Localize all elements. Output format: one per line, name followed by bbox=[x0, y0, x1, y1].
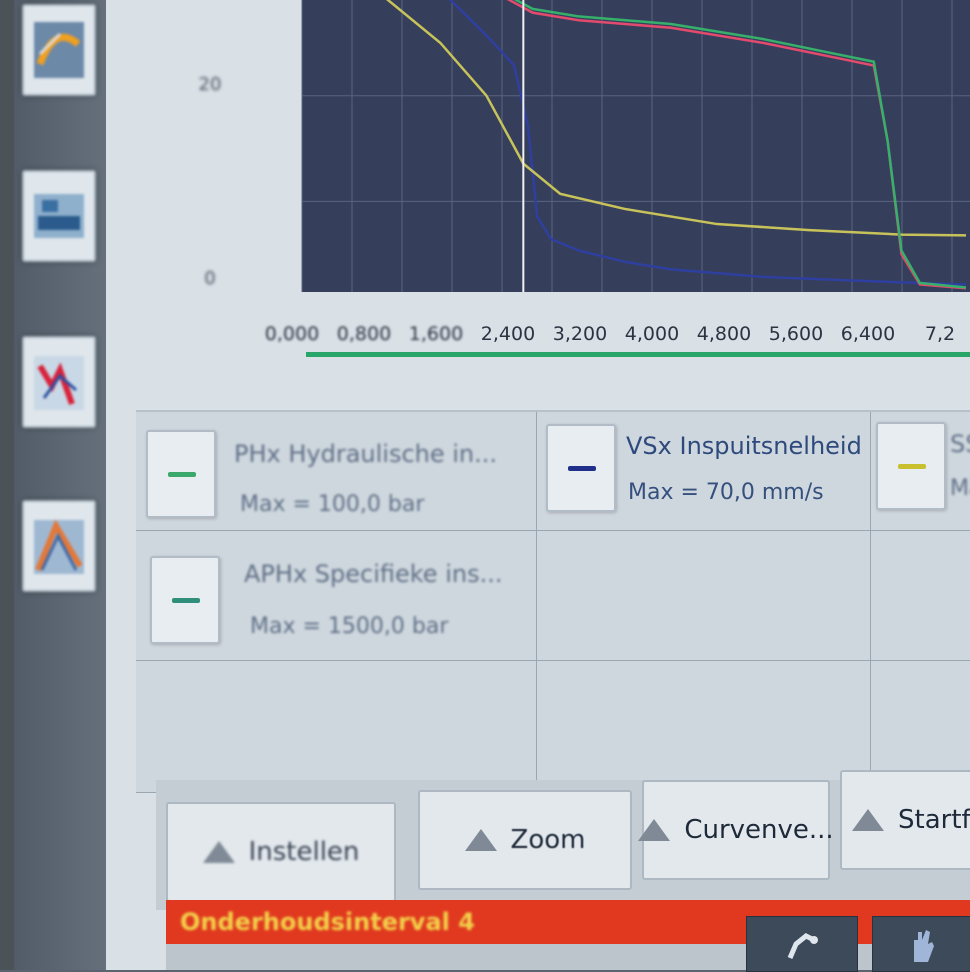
x-tick-label: 2,400 bbox=[481, 323, 535, 345]
up-triangle-icon bbox=[638, 819, 671, 841]
hand-icon bbox=[914, 930, 934, 962]
manual-hand-button[interactable] bbox=[872, 916, 970, 972]
signal-icon[interactable] bbox=[22, 336, 96, 428]
y-tick-label: 0 bbox=[204, 268, 215, 289]
legend-empty-cell bbox=[536, 530, 871, 661]
up-triangle-icon bbox=[464, 829, 497, 851]
function-button-bar: Instellen Zoom Curvenve... Startfun bbox=[156, 770, 970, 910]
legend-name: PHx Hydraulische in... bbox=[234, 440, 498, 468]
machine-icon[interactable] bbox=[22, 170, 96, 262]
up-triangle-icon bbox=[202, 841, 235, 863]
legend-color-button-aphx[interactable] bbox=[150, 556, 220, 644]
zoom-button[interactable]: Zoom bbox=[418, 790, 632, 890]
legend-swatch bbox=[172, 598, 200, 603]
x-tick-label: 4,000 bbox=[625, 323, 679, 345]
curve-icon[interactable] bbox=[22, 500, 96, 592]
status-text: Onderhoudsinterval 4 bbox=[180, 908, 475, 936]
startfu-label: Startfun bbox=[898, 805, 970, 835]
curvenve-label: Curvenve... bbox=[684, 815, 834, 845]
legend-color-button-phx[interactable] bbox=[146, 430, 216, 518]
x-tick-label: 6,400 bbox=[841, 323, 895, 345]
x-tick-label: 1,600 bbox=[409, 323, 463, 345]
legend-item-vsx[interactable]: VSx Inspuitsnelheid Max = 70,0 mm/s bbox=[536, 412, 871, 531]
instellen-button[interactable]: Instellen bbox=[166, 802, 396, 902]
startfu-button[interactable]: Startfun bbox=[840, 770, 970, 870]
x-tick-label: 0,800 bbox=[337, 323, 391, 345]
legend-max: Ma bbox=[950, 476, 970, 501]
x-tick-label: 5,600 bbox=[769, 323, 823, 345]
graph-image-icon[interactable] bbox=[22, 4, 96, 96]
legend-max: Max = 100,0 bar bbox=[240, 492, 425, 517]
curve-legend: PHx Hydraulische in... Max = 100,0 bar V… bbox=[136, 410, 970, 793]
curvenve-button[interactable]: Curvenve... bbox=[638, 780, 834, 880]
monitor-bezel bbox=[0, 0, 14, 970]
x-tick-label: 4,800 bbox=[697, 323, 751, 345]
chart-area: 0,000 0,800 1,600 2,400 3,200 4,000 4,800 5,600… bbox=[106, 0, 970, 400]
instellen-label: Instellen bbox=[248, 837, 360, 867]
robot-button[interactable] bbox=[746, 916, 858, 972]
x-tick-label: 3,200 bbox=[553, 323, 607, 345]
zoom-label: Zoom bbox=[510, 825, 586, 855]
legend-swatch bbox=[168, 472, 196, 477]
legend-item-ss[interactable]: SS Ma bbox=[870, 412, 970, 531]
legend-item-phx[interactable]: PHx Hydraulische in... Max = 100,0 bar bbox=[136, 412, 537, 531]
legend-max: Max = 70,0 mm/s bbox=[628, 480, 824, 505]
up-triangle-icon bbox=[852, 809, 884, 831]
process-curve-chart: 0,000 0,800 1,600 2,400 3,200 4,000 4,800 5,600… bbox=[199, 0, 970, 345]
legend-swatch bbox=[898, 464, 926, 469]
x-tick-label: 0,000 bbox=[265, 323, 319, 345]
sidebar bbox=[14, 0, 106, 970]
x-tick-label: 7,2 bbox=[925, 323, 955, 345]
y-tick-label: 20 bbox=[199, 74, 222, 95]
legend-name: VSx Inspuitsnelheid bbox=[626, 432, 862, 460]
legend-name: APHx Specifieke ins... bbox=[244, 560, 503, 588]
robot-arm-icon bbox=[787, 933, 818, 959]
legend-color-button-ss[interactable] bbox=[876, 422, 946, 510]
timeline-bar bbox=[306, 352, 970, 357]
legend-max: Max = 1500,0 bar bbox=[250, 614, 449, 639]
legend-name: SS bbox=[950, 430, 970, 458]
legend-item-aphx[interactable]: APHx Specifieke ins... Max = 1500,0 bar bbox=[136, 530, 537, 661]
legend-color-button-vsx[interactable] bbox=[546, 424, 616, 512]
legend-empty-cell bbox=[536, 660, 871, 793]
legend-empty-cell bbox=[136, 660, 537, 793]
main-screen: 0,000 0,800 1,600 2,400 3,200 4,000 4,800 5,600… bbox=[106, 0, 970, 972]
legend-empty-cell bbox=[870, 530, 970, 661]
legend-swatch bbox=[568, 466, 596, 471]
